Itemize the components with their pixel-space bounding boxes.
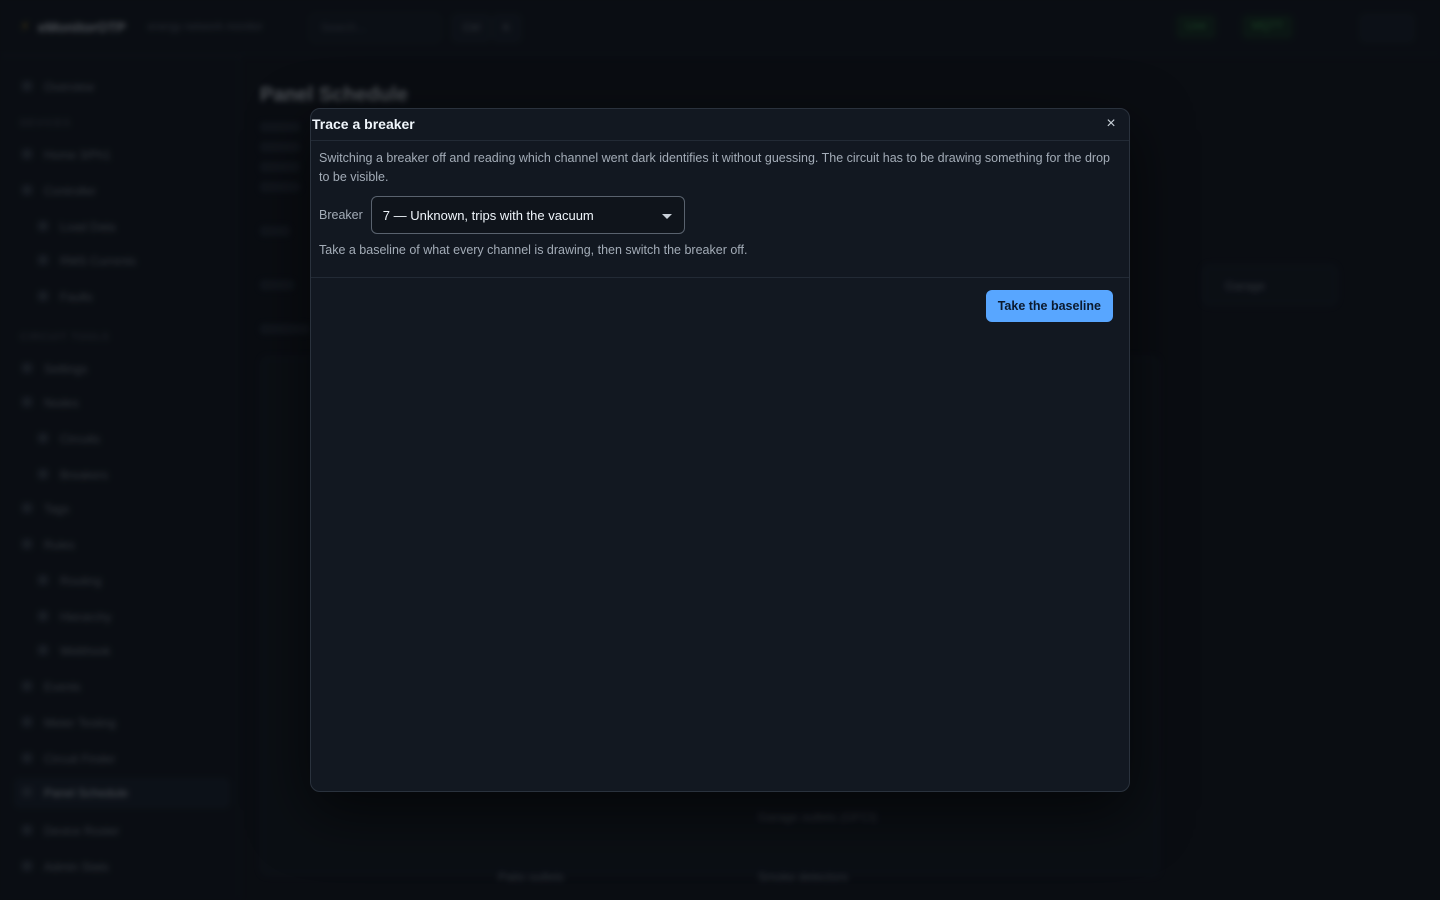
dialog-header: Trace a breaker × — [311, 109, 1129, 141]
breaker-select-value: 7 — Unknown, trips with the vacuum — [382, 208, 594, 223]
dialog-title: Trace a breaker — [312, 116, 415, 132]
baseline-hint: Take a baseline of what every channel is… — [319, 243, 748, 257]
trace-breaker-dialog: Trace a breaker × Switching a breaker of… — [310, 108, 1130, 792]
breaker-select[interactable]: 7 — Unknown, trips with the vacuum — [370, 196, 685, 234]
dialog-description: Switching a breaker off and reading whic… — [319, 151, 1110, 184]
divider — [311, 277, 1129, 278]
chevron-down-icon — [661, 214, 672, 219]
dialog-body: Switching a breaker off and reading whic… — [319, 149, 1119, 257]
close-icon[interactable]: × — [1101, 115, 1121, 135]
take-baseline-button[interactable]: Take the baseline — [985, 290, 1113, 322]
breaker-label: Breaker — [319, 208, 363, 222]
breaker-field: Breaker 7 — Unknown, trips with the vacu… — [319, 196, 685, 234]
